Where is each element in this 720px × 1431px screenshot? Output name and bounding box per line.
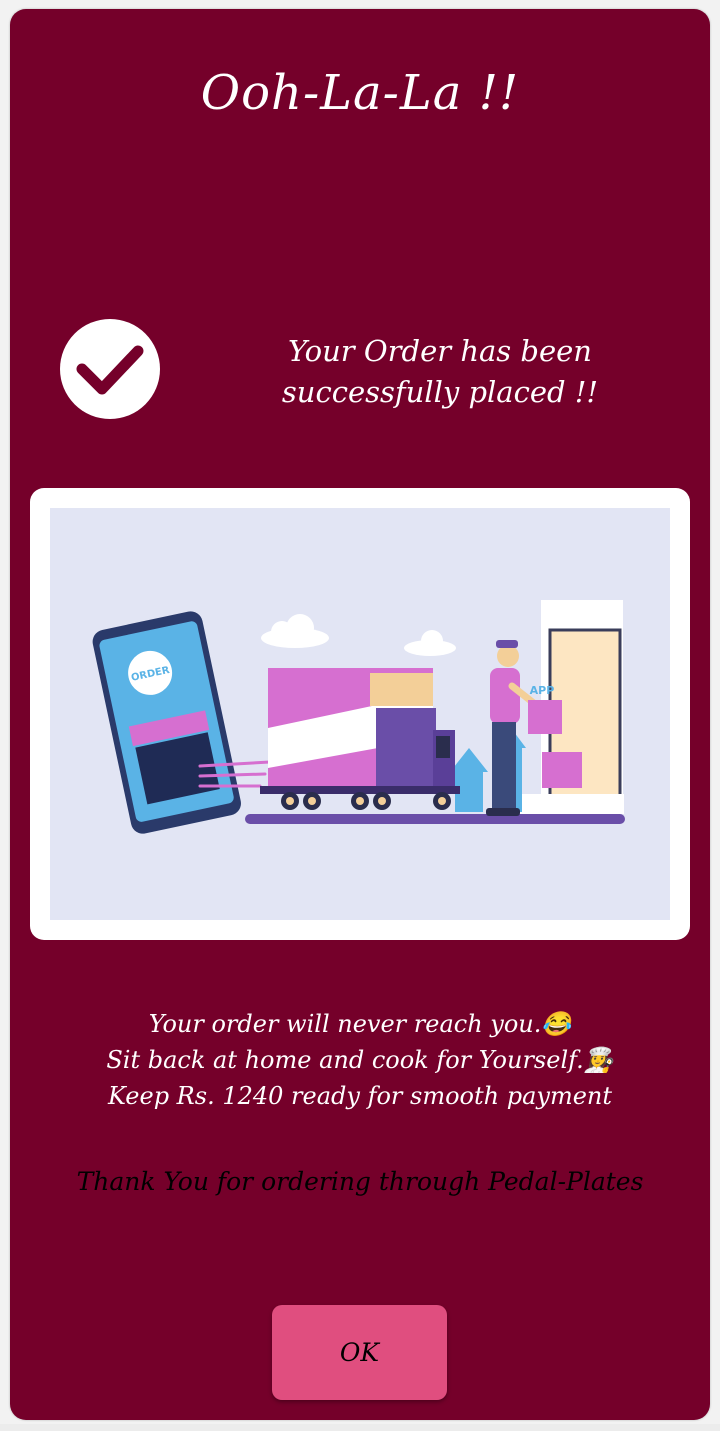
checkmark-icon — [60, 319, 160, 419]
bag-badge-text: APP — [530, 684, 555, 697]
order-info-line-1: Your order will never reach you.😂 — [148, 1010, 572, 1038]
success-message-line-1: Your Order has been — [288, 334, 592, 368]
ok-button[interactable]: OK — [272, 1305, 447, 1400]
dialog-title: Ooh-La-La !! — [200, 65, 520, 121]
navigation-bar-strip — [0, 1424, 720, 1431]
order-info: Your order will never reach you.😂 Sit ba… — [10, 1006, 710, 1114]
success-message-line-2: successfully placed !! — [281, 375, 599, 409]
delivery-illustration-frame: ORDER APP — [30, 488, 690, 940]
success-message: Your Order has been successfully placed … — [250, 331, 630, 413]
thank-you-message: Thank You for ordering through Pedal-Pla… — [76, 1167, 644, 1196]
order-info-line-3: Keep Rs. 1240 ready for smooth payment — [108, 1082, 612, 1110]
order-info-line-2: Sit back at home and cook for Yourself.👩… — [106, 1046, 614, 1074]
order-success-dialog: Ooh-La-La !! Your Order has been success… — [10, 9, 710, 1420]
delivery-illustration: ORDER APP — [50, 508, 670, 920]
